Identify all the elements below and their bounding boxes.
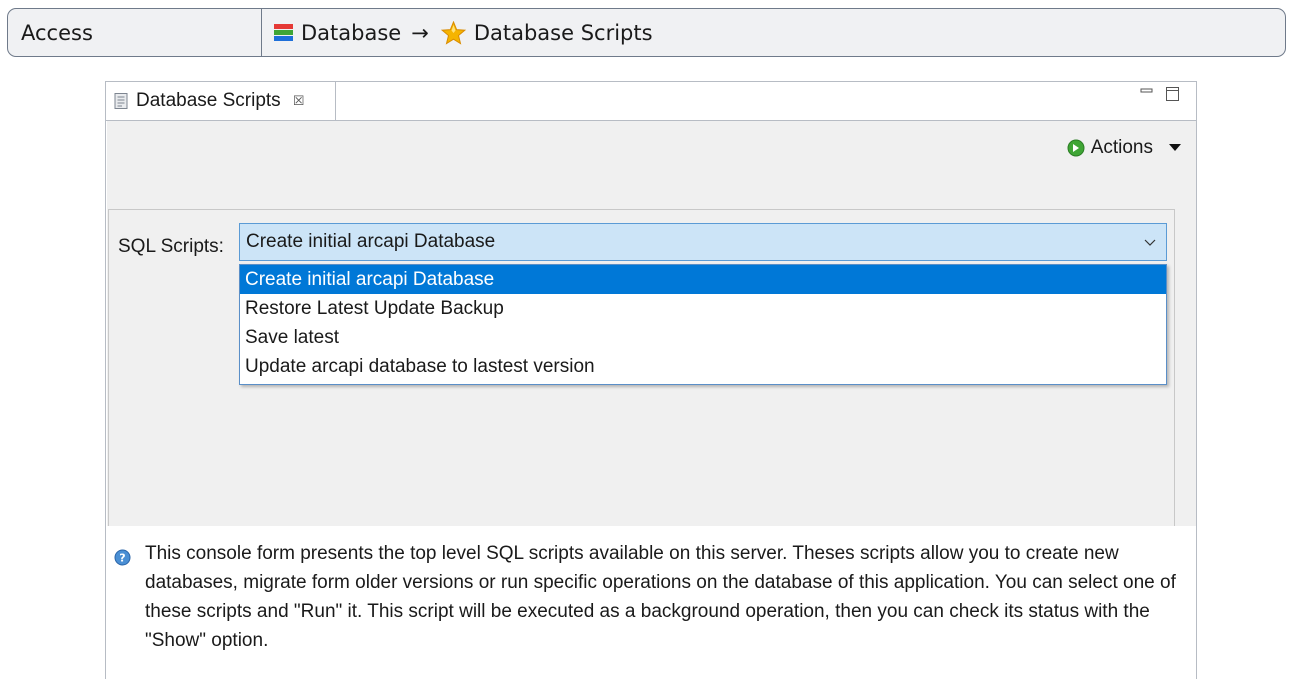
database-scripts-view: Database Scripts ☒ Actions SQL Scripts: …: [105, 81, 1197, 680]
access-breadcrumb: Access Database → Database Scripts: [7, 8, 1286, 57]
help-text: This console form presents the top level…: [145, 543, 1176, 651]
info-icon: ?: [114, 546, 131, 566]
tab-title: Database Scripts: [136, 90, 281, 111]
arrow-icon: →: [411, 20, 429, 45]
chevron-down-icon: [1169, 141, 1181, 155]
close-icon[interactable]: ☒: [293, 93, 305, 109]
view-content: Actions SQL Scripts: Create initial arca…: [107, 121, 1196, 527]
sql-scripts-dropdown: Create initial arcapi Database Restore L…: [239, 264, 1167, 385]
chevron-down-icon[interactable]: [1144, 232, 1156, 246]
sql-scripts-select[interactable]: Create initial arcapi Database: [239, 223, 1167, 261]
dropdown-option[interactable]: Restore Latest Update Backup: [240, 294, 1166, 323]
sql-scripts-selected-value: Create initial arcapi Database: [246, 231, 496, 252]
star-icon: [440, 20, 466, 45]
maximize-icon[interactable]: [1166, 87, 1179, 101]
green-arrow-circle-icon: [1067, 139, 1085, 157]
access-label: Access: [8, 9, 262, 56]
access-path-database-scripts: Database Scripts: [473, 20, 653, 45]
view-tab-bar: Database Scripts ☒: [106, 82, 1196, 121]
help-panel: ? This console form presents the top lev…: [107, 526, 1196, 680]
access-path: Database → Database Scripts: [262, 9, 653, 56]
access-path-database: Database: [301, 20, 402, 45]
tab-database-scripts[interactable]: Database Scripts ☒: [106, 82, 336, 120]
svg-text:?: ?: [119, 552, 125, 565]
actions-menu-button[interactable]: Actions: [1067, 137, 1181, 159]
minimize-icon[interactable]: [1140, 83, 1154, 101]
actions-label: Actions: [1090, 137, 1153, 158]
database-icon: [274, 23, 293, 42]
dropdown-option[interactable]: Update arcapi database to lastest versio…: [240, 352, 1166, 381]
dropdown-option[interactable]: Save latest: [240, 323, 1166, 352]
script-file-icon: [114, 93, 128, 109]
sql-scripts-label: SQL Scripts:: [118, 236, 224, 257]
dropdown-option[interactable]: Create initial arcapi Database: [240, 265, 1166, 294]
